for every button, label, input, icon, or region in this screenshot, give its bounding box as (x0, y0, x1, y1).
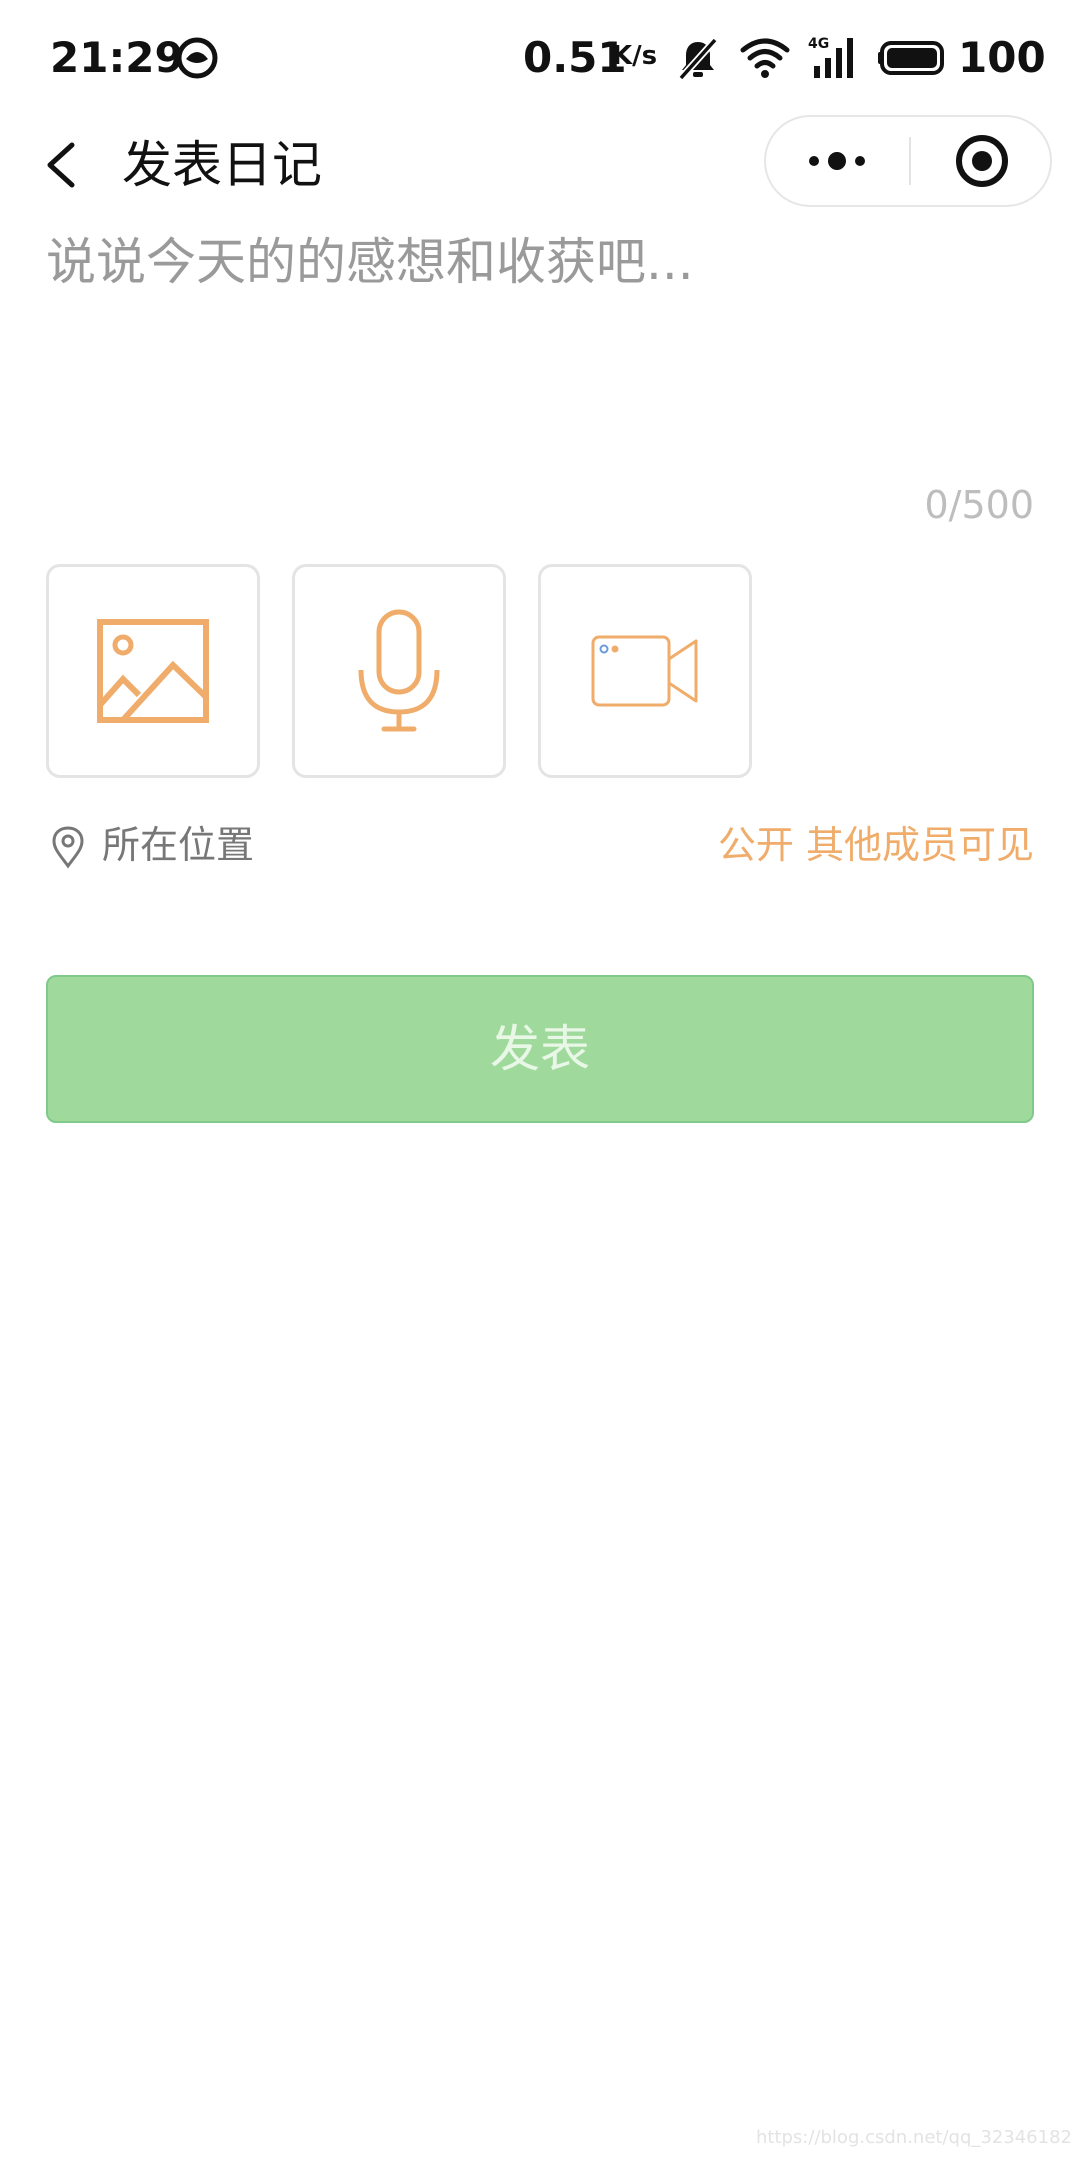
publish-button[interactable]: 发表 (46, 975, 1034, 1123)
location-label: 所在位置 (102, 823, 255, 867)
battery-icon (878, 41, 944, 75)
watermark: https://blog.csdn.net/qq_32346182 (755, 2127, 1072, 2148)
visibility-selector[interactable]: 公开 其他成员可见 (718, 819, 1034, 871)
status-time: 21:29 (50, 33, 184, 82)
mini-program-capsule (764, 115, 1052, 207)
add-video-button[interactable] (538, 564, 752, 778)
chevron-left-icon (47, 142, 75, 188)
location-pin-icon (52, 826, 84, 869)
more-button[interactable] (766, 117, 908, 205)
notification-muted-icon (678, 37, 718, 81)
character-counter: 0/500 (924, 483, 1034, 527)
network-speed-unit: K/s (612, 41, 658, 71)
diary-content-input[interactable] (46, 230, 1036, 460)
back-button[interactable] (36, 133, 96, 197)
microphone-icon (358, 609, 440, 732)
capsule-divider (909, 137, 911, 185)
navigation-bar: 发表日记 (0, 115, 1080, 215)
status-bar: 21:29 0.51 K/s 4G 100 (0, 0, 1080, 115)
add-audio-button[interactable] (292, 564, 506, 778)
page-title: 发表日记 (122, 136, 322, 194)
close-mini-program-button[interactable] (912, 117, 1050, 205)
app-notification-icon (176, 37, 218, 79)
add-image-button[interactable] (46, 564, 260, 778)
video-camera-icon (591, 635, 698, 707)
signal-4g-label: 4G (808, 36, 829, 52)
wifi-icon (740, 38, 790, 78)
battery-level: 100 (958, 33, 1046, 82)
image-icon (97, 619, 209, 723)
diary-page: 21:29 0.51 K/s 4G 100 发表日记 说说今天的的感想和收获吧.… (0, 0, 1080, 2160)
target-close-icon (956, 135, 1008, 187)
cellular-signal-icon: 4G (808, 36, 853, 78)
more-dots-icon (809, 152, 865, 170)
